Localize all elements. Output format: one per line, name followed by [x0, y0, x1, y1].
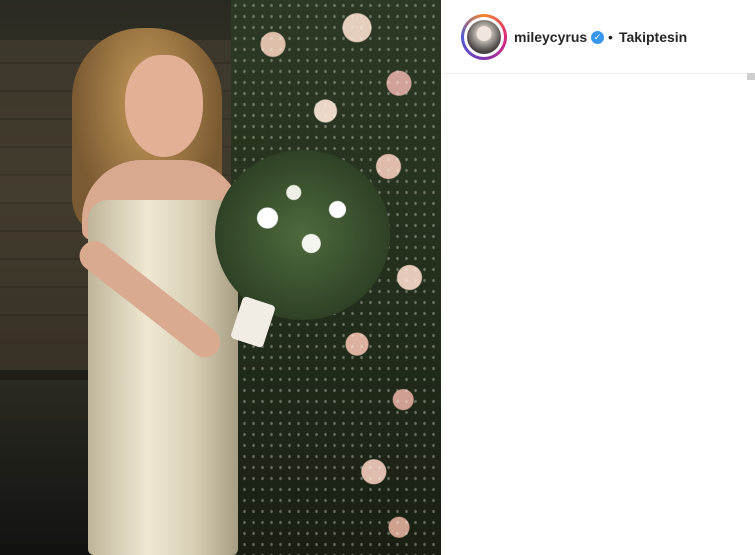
separator-dot: • — [608, 29, 613, 45]
username-link[interactable]: mileycyrus — [514, 29, 587, 45]
follow-status-button[interactable]: Takiptesin — [619, 29, 687, 45]
avatar[interactable] — [461, 14, 507, 60]
avatar-image — [467, 20, 501, 54]
scrollbar[interactable] — [747, 73, 755, 80]
verified-badge-icon: ✓ — [591, 31, 604, 44]
bouquet — [215, 150, 390, 320]
post-header: mileycyrus ✓ • Takiptesin — [443, 0, 755, 74]
woman-face — [125, 55, 203, 157]
post-photo[interactable] — [0, 0, 441, 555]
post-side-panel: mileycyrus ✓ • Takiptesin — [443, 0, 755, 555]
avatar-border — [464, 17, 504, 57]
